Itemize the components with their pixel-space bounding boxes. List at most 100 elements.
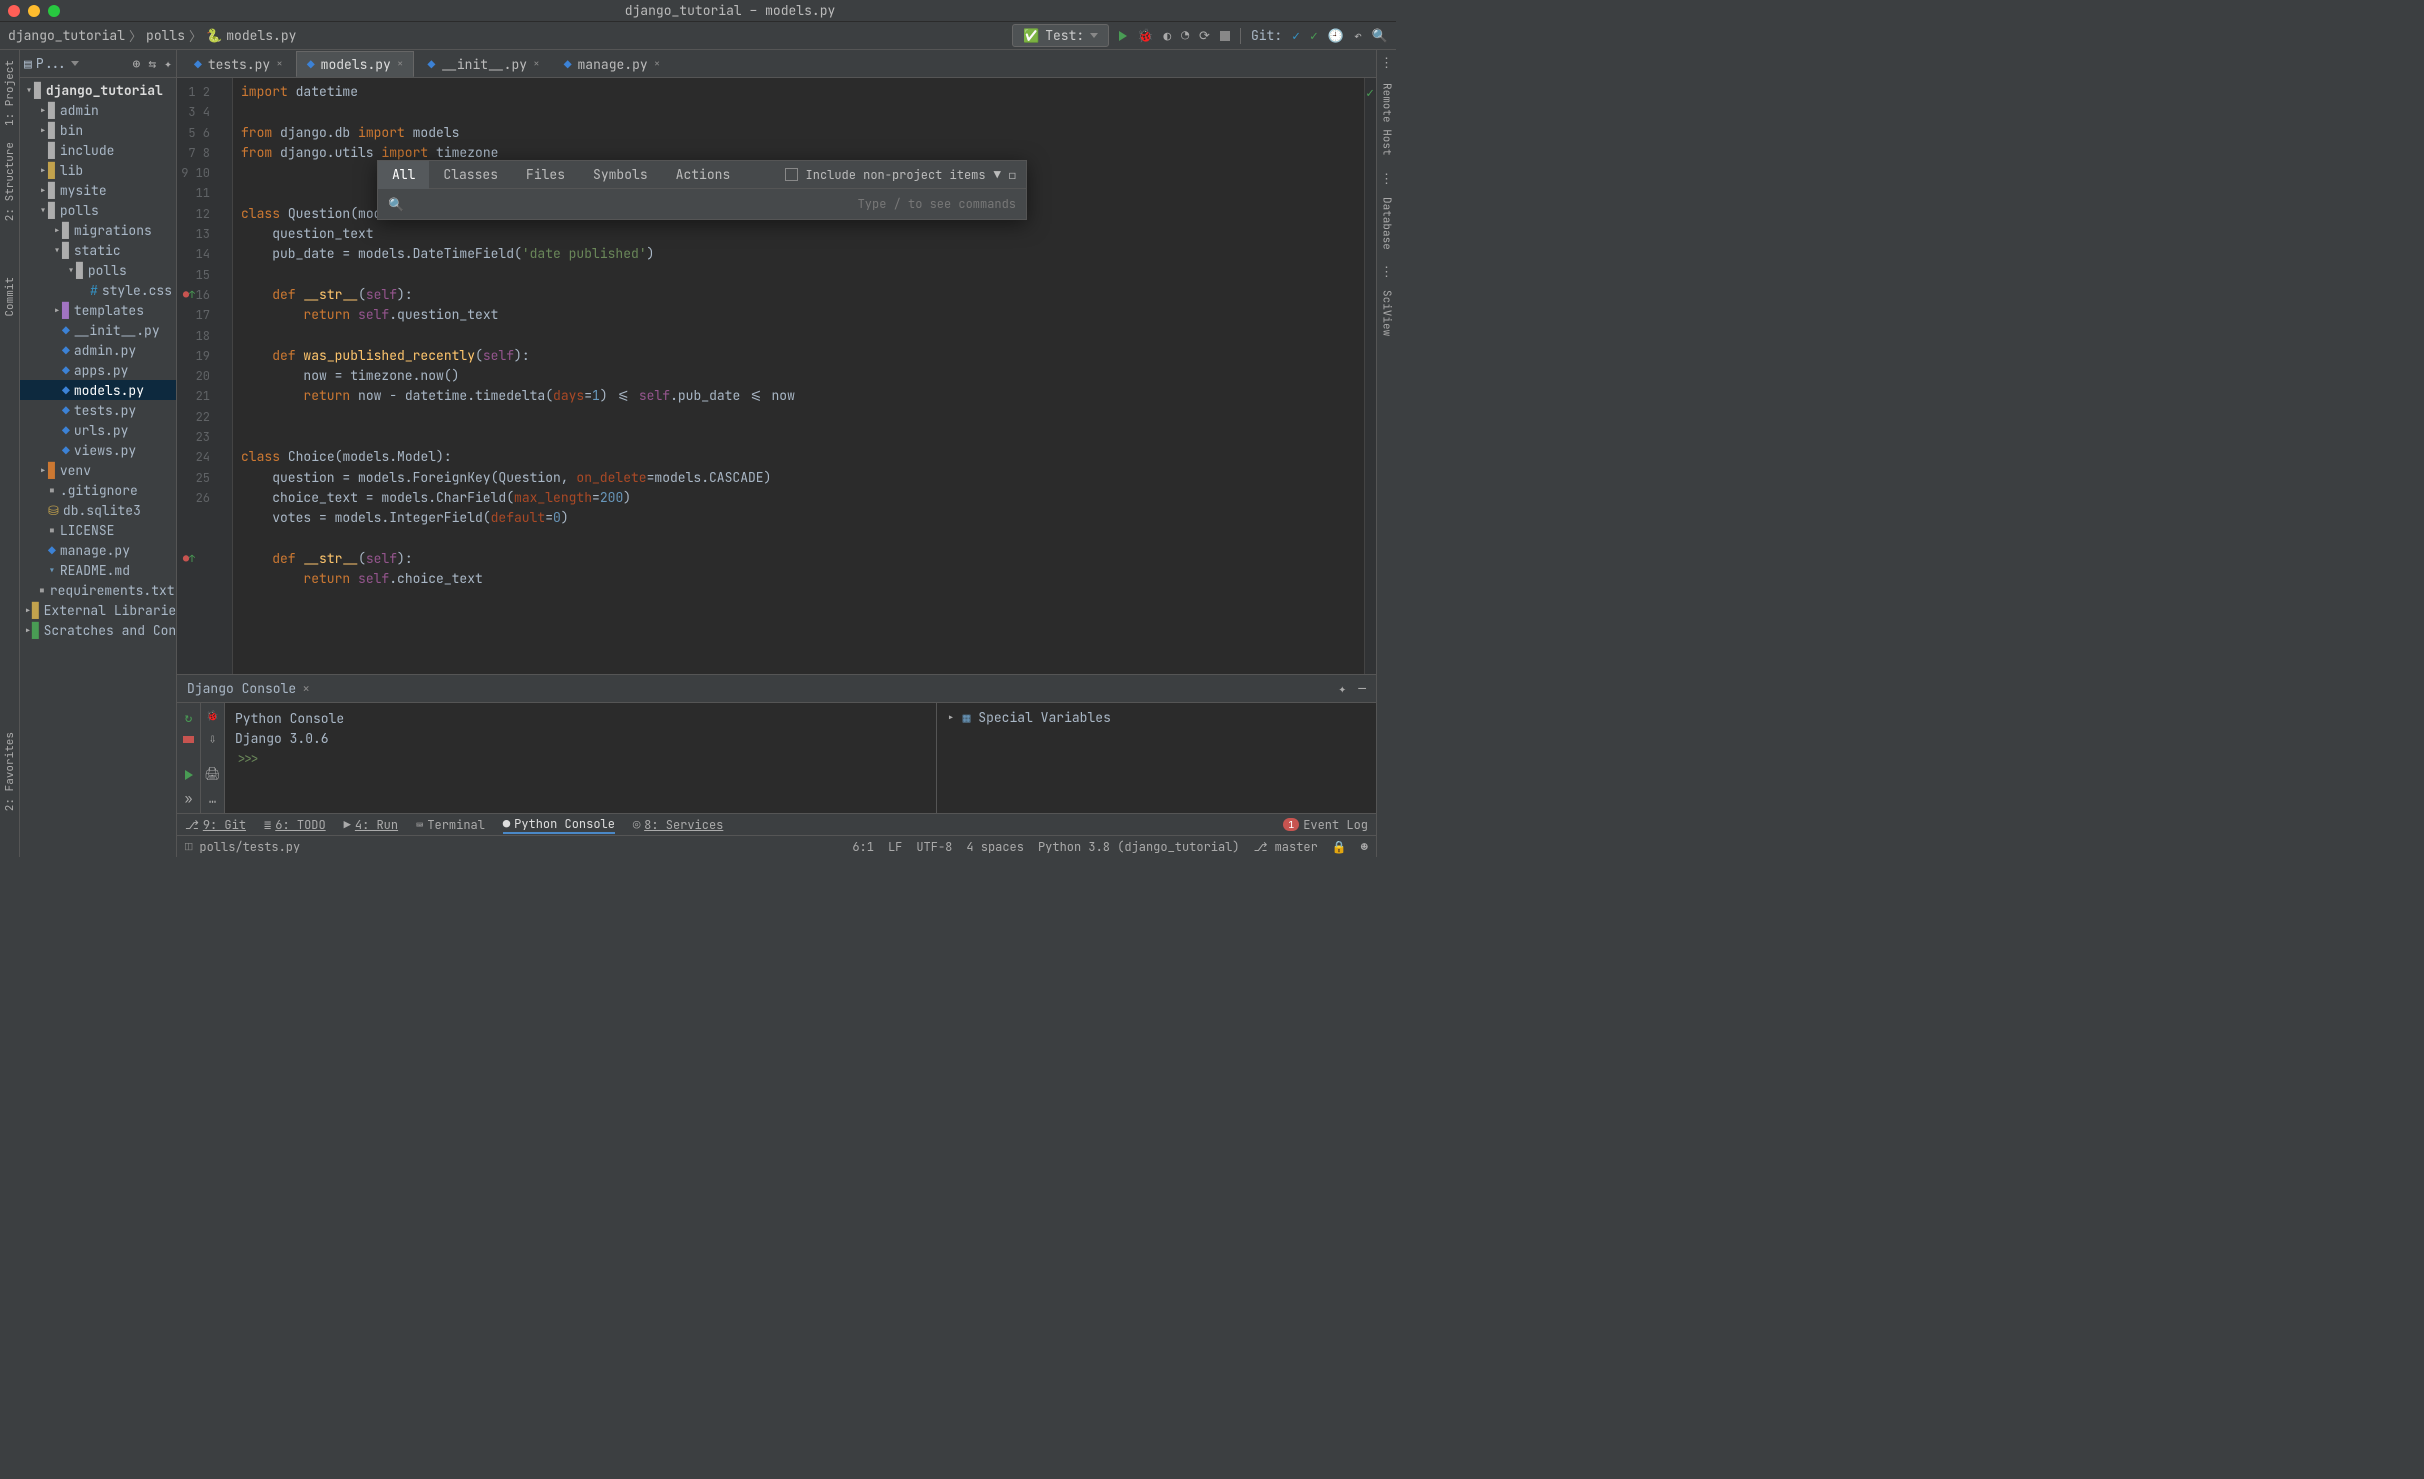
tree-item[interactable]: ◆views.py xyxy=(20,440,176,460)
settings-icon[interactable]: ✦ xyxy=(164,55,172,72)
stop-icon[interactable] xyxy=(183,736,194,743)
expand-all-icon[interactable]: ⇆ xyxy=(148,55,156,72)
rerun-icon[interactable]: ↻ xyxy=(185,709,193,726)
tree-caret-icon[interactable] xyxy=(38,202,48,219)
debug-button[interactable]: 🐞 xyxy=(1137,27,1153,44)
include-label[interactable]: Include non-project items xyxy=(806,167,986,183)
tree-item[interactable]: ▉lib xyxy=(20,160,176,180)
pin-icon[interactable]: ◻ xyxy=(1009,167,1016,183)
readonly-icon[interactable]: 🔒 xyxy=(1332,839,1347,855)
search-tab-classes[interactable]: Classes xyxy=(429,161,512,189)
tree-caret-icon[interactable] xyxy=(38,182,48,199)
tree-item[interactable]: ▪.gitignore xyxy=(20,480,176,500)
editor-tab[interactable]: ◆models.py× xyxy=(296,51,415,77)
tree-item[interactable]: ▪LICENSE xyxy=(20,520,176,540)
tree-item[interactable]: ▉mysite xyxy=(20,180,176,200)
tree-item[interactable]: ◆urls.py xyxy=(20,420,176,440)
settings-icon[interactable]: ✦ xyxy=(1338,680,1346,697)
tool-tab-project[interactable]: 1: Project xyxy=(1,54,19,132)
tree-caret-icon[interactable] xyxy=(38,122,48,139)
git-branch[interactable]: ⎇ master xyxy=(1254,839,1318,855)
close-window-icon[interactable] xyxy=(8,5,20,17)
run-configuration-selector[interactable]: ✅ Test: xyxy=(1012,24,1109,47)
console-variables[interactable]: ▸ ▦ Special Variables xyxy=(936,703,1376,813)
search-tab-files[interactable]: Files xyxy=(512,161,579,189)
search-tab-symbols[interactable]: Symbols xyxy=(579,161,662,189)
file-encoding[interactable]: UTF-8 xyxy=(916,839,952,855)
attach-debugger-icon[interactable]: 🐞 xyxy=(206,709,218,722)
minimize-window-icon[interactable] xyxy=(28,5,40,17)
tree-item[interactable]: ⛁db.sqlite3 xyxy=(20,500,176,520)
print-icon[interactable]: 🖨 xyxy=(204,765,221,782)
tree-caret-icon[interactable] xyxy=(52,242,62,259)
console-output[interactable]: Python Console Django 3.0.6 >>> xyxy=(225,703,936,813)
breadcrumb-item[interactable]: models.py xyxy=(226,27,296,44)
tree-caret-icon[interactable] xyxy=(52,222,62,239)
strip-icon[interactable]: ⋮ xyxy=(1380,54,1393,71)
close-tab-icon[interactable]: × xyxy=(533,57,540,71)
tool-tab-services[interactable]: ◎8: Services xyxy=(633,817,723,833)
tree-item[interactable]: ▉polls xyxy=(20,200,176,220)
maximize-window-icon[interactable] xyxy=(48,5,60,17)
tree-item[interactable]: ◆admin.py xyxy=(20,340,176,360)
tool-tab-structure[interactable]: 2: Structure xyxy=(1,136,19,227)
more-icon[interactable]: … xyxy=(209,790,217,807)
vcs-commit-button[interactable]: ✓ xyxy=(1310,27,1318,44)
tree-root[interactable]: ▉django_tutorial xyxy=(20,80,176,100)
event-log-button[interactable]: 1 Event Log xyxy=(1283,817,1368,833)
tree-item[interactable]: ▉bin xyxy=(20,120,176,140)
close-tab-icon[interactable]: × xyxy=(276,57,283,71)
tree-item[interactable]: ▉polls xyxy=(20,260,176,280)
tool-tab-run[interactable]: ▶4: Run xyxy=(344,817,398,833)
close-tab-icon[interactable]: × xyxy=(397,57,404,71)
tree-caret-icon[interactable] xyxy=(66,262,76,279)
hector-icon[interactable]: ☻ xyxy=(1361,839,1368,855)
vcs-rollback-button[interactable]: ↶ xyxy=(1354,27,1362,44)
search-input[interactable] xyxy=(410,196,857,213)
tree-caret-icon[interactable] xyxy=(38,462,48,479)
run-button[interactable] xyxy=(1119,31,1127,41)
tree-item[interactable]: #style.css xyxy=(20,280,176,300)
close-tab-icon[interactable]: × xyxy=(654,57,661,71)
tree-item[interactable]: ▉Scratches and Consoles xyxy=(20,620,176,640)
special-variables-label[interactable]: Special Variables xyxy=(978,709,1111,726)
search-everywhere-button[interactable]: 🔍 xyxy=(1372,27,1388,44)
indent-info[interactable]: 4 spaces xyxy=(966,839,1024,855)
interpreter-info[interactable]: Python 3.8 (django_tutorial) xyxy=(1038,839,1240,855)
tree-item[interactable]: ▪requirements.txt xyxy=(20,580,176,600)
hide-icon[interactable]: — xyxy=(1358,680,1366,697)
tool-tab-sciview[interactable]: SciView xyxy=(1378,284,1396,342)
close-icon[interactable]: × xyxy=(302,680,310,697)
history-icon[interactable]: ⇩ xyxy=(209,730,217,747)
tree-item[interactable]: ◆models.py xyxy=(20,380,176,400)
stop-button[interactable] xyxy=(1220,31,1230,41)
inspection-ok-icon[interactable]: ✓ xyxy=(1366,84,1374,101)
coverage-button[interactable]: ◐ xyxy=(1163,27,1171,44)
tree-caret-icon[interactable] xyxy=(52,302,62,319)
console-title[interactable]: Django Console xyxy=(187,680,296,697)
breadcrumb-item[interactable]: polls xyxy=(146,27,185,44)
tree-item[interactable]: ▾README.md xyxy=(20,560,176,580)
tree-caret-icon[interactable] xyxy=(38,102,48,119)
locate-icon[interactable]: ⊕ xyxy=(133,55,141,72)
filter-icon[interactable]: ▼ xyxy=(994,167,1001,183)
concurrency-button[interactable]: ⟳ xyxy=(1199,27,1210,44)
tree-item[interactable]: ▉include xyxy=(20,140,176,160)
tool-tab-remote-host[interactable]: Remote Host xyxy=(1378,77,1396,162)
chevron-down-icon[interactable] xyxy=(71,61,79,66)
tree-item[interactable]: ◆__init__.py xyxy=(20,320,176,340)
tree-item[interactable]: ▉static xyxy=(20,240,176,260)
tool-tab-python-console[interactable]: ●Python Console xyxy=(503,816,615,834)
tree-caret-icon[interactable] xyxy=(38,162,48,179)
override-gutter-icon[interactable]: ●↑ xyxy=(181,549,197,569)
tool-tab-git[interactable]: ⎇9: Git xyxy=(185,817,246,833)
tree-item[interactable]: ◆tests.py xyxy=(20,400,176,420)
vcs-update-button[interactable]: ✓ xyxy=(1292,27,1300,44)
vcs-history-button[interactable]: 🕘 xyxy=(1328,27,1344,44)
tool-tab-favorites[interactable]: 2: Favorites xyxy=(1,726,19,817)
breadcrumb-item[interactable]: django_tutorial xyxy=(8,27,125,44)
tree-item[interactable]: ▉External Libraries xyxy=(20,600,176,620)
tool-window-icon[interactable]: ◫ xyxy=(185,839,199,855)
line-separator[interactable]: LF xyxy=(888,839,902,855)
tool-tab-commit[interactable]: Commit xyxy=(1,271,19,323)
